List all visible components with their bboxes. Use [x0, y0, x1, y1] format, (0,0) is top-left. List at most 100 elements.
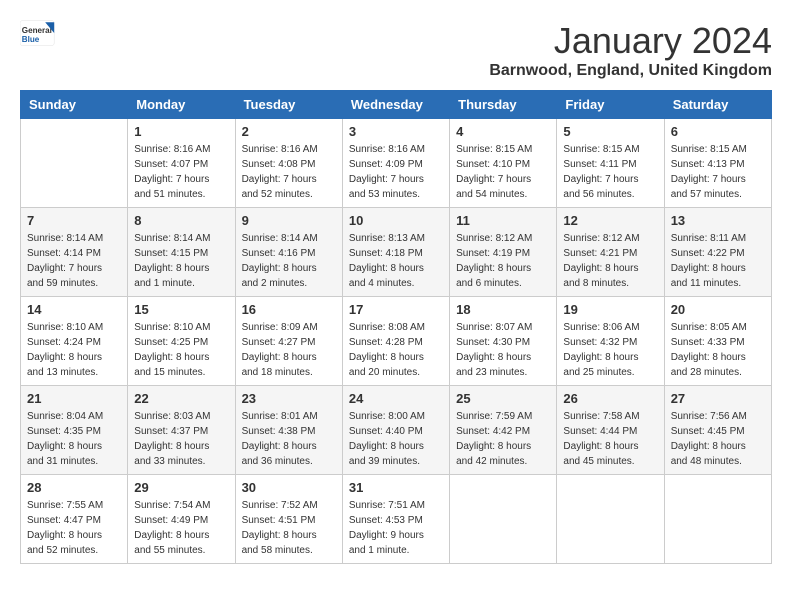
svg-text:General: General: [22, 26, 52, 35]
day-number: 29: [134, 480, 228, 495]
day-info: Sunrise: 8:14 AM Sunset: 4:16 PM Dayligh…: [242, 231, 336, 291]
header-saturday: Saturday: [664, 91, 771, 119]
day-number: 2: [242, 124, 336, 139]
calendar-cell: 8Sunrise: 8:14 AM Sunset: 4:15 PM Daylig…: [128, 208, 235, 297]
day-number: 6: [671, 124, 765, 139]
week-row-1: 1 Sunrise: 8:16 AM Sunset: 4:07 PM Daylig…: [21, 119, 772, 208]
header-tuesday: Tuesday: [235, 91, 342, 119]
calendar-cell: 27 Sunrise: 7:56 AM Sunset: 4:45 PM Dayli…: [664, 386, 771, 475]
day-info: Sunrise: 7:54 AM Sunset: 4:49 PM Dayligh…: [134, 498, 228, 558]
calendar-cell: 1 Sunrise: 8:16 AM Sunset: 4:07 PM Daylig…: [128, 119, 235, 208]
week-row-3: 14Sunrise: 8:10 AM Sunset: 4:24 PM Dayli…: [21, 297, 772, 386]
day-info: Sunrise: 8:00 AM Sunset: 4:40 PM Dayligh…: [349, 409, 443, 469]
day-info: Sunrise: 8:01 AM Sunset: 4:38 PM Dayligh…: [242, 409, 336, 469]
day-info: Sunrise: 8:10 AM Sunset: 4:25 PM Dayligh…: [134, 320, 228, 380]
calendar-cell: [21, 119, 128, 208]
calendar-cell: 24 Sunrise: 8:00 AM Sunset: 4:40 PM Dayli…: [342, 386, 449, 475]
calendar-cell: [557, 475, 664, 564]
day-info: Sunrise: 7:51 AM Sunset: 4:53 PM Dayligh…: [349, 498, 443, 558]
day-info: Sunrise: 8:09 AM Sunset: 4:27 PM Dayligh…: [242, 320, 336, 380]
title-section: January 2024 Barnwood, England, United K…: [489, 20, 772, 80]
calendar-cell: 21 Sunrise: 8:04 AM Sunset: 4:35 PM Dayli…: [21, 386, 128, 475]
day-info: Sunrise: 8:11 AM Sunset: 4:22 PM Dayligh…: [671, 231, 765, 291]
day-info: Sunrise: 8:13 AM Sunset: 4:18 PM Dayligh…: [349, 231, 443, 291]
logo-icon: General Blue: [20, 20, 56, 48]
day-number: 23: [242, 391, 336, 406]
calendar-cell: 28 Sunrise: 7:55 AM Sunset: 4:47 PM Dayli…: [21, 475, 128, 564]
calendar-cell: [450, 475, 557, 564]
day-number: 11: [456, 213, 550, 228]
calendar-cell: 3Sunrise: 8:16 AM Sunset: 4:09 PM Daylig…: [342, 119, 449, 208]
day-info: Sunrise: 8:10 AM Sunset: 4:24 PM Dayligh…: [27, 320, 121, 380]
calendar-cell: 4 Sunrise: 8:15 AM Sunset: 4:10 PM Daylig…: [450, 119, 557, 208]
day-number: 12: [563, 213, 657, 228]
day-number: 26: [563, 391, 657, 406]
day-info: Sunrise: 8:07 AM Sunset: 4:30 PM Dayligh…: [456, 320, 550, 380]
day-number: 1: [134, 124, 228, 139]
day-number: 7: [27, 213, 121, 228]
day-info: Sunrise: 8:03 AM Sunset: 4:37 PM Dayligh…: [134, 409, 228, 469]
day-info: Sunrise: 8:12 AM Sunset: 4:21 PM Dayligh…: [563, 231, 657, 291]
day-number: 20: [671, 302, 765, 317]
calendar-cell: 6 Sunrise: 8:15 AM Sunset: 4:13 PM Daylig…: [664, 119, 771, 208]
calendar-title: January 2024: [489, 20, 772, 62]
calendar-cell: 29 Sunrise: 7:54 AM Sunset: 4:49 PM Dayli…: [128, 475, 235, 564]
day-number: 30: [242, 480, 336, 495]
day-number: 28: [27, 480, 121, 495]
calendar-cell: [664, 475, 771, 564]
day-info: Sunrise: 7:56 AM Sunset: 4:45 PM Dayligh…: [671, 409, 765, 469]
day-number: 13: [671, 213, 765, 228]
calendar-cell: 25Sunrise: 7:59 AM Sunset: 4:42 PM Dayli…: [450, 386, 557, 475]
day-number: 16: [242, 302, 336, 317]
svg-text:Blue: Blue: [22, 35, 40, 44]
calendar-cell: 13 Sunrise: 8:11 AM Sunset: 4:22 PM Dayli…: [664, 208, 771, 297]
day-info: Sunrise: 7:55 AM Sunset: 4:47 PM Dayligh…: [27, 498, 121, 558]
calendar-cell: 20 Sunrise: 8:05 AM Sunset: 4:33 PM Dayli…: [664, 297, 771, 386]
day-number: 27: [671, 391, 765, 406]
day-info: Sunrise: 8:16 AM Sunset: 4:08 PM Dayligh…: [242, 142, 336, 202]
calendar-subtitle: Barnwood, England, United Kingdom: [489, 62, 772, 80]
day-info: Sunrise: 7:58 AM Sunset: 4:44 PM Dayligh…: [563, 409, 657, 469]
day-info: Sunrise: 8:15 AM Sunset: 4:10 PM Dayligh…: [456, 142, 550, 202]
day-number: 9: [242, 213, 336, 228]
day-info: Sunrise: 7:52 AM Sunset: 4:51 PM Dayligh…: [242, 498, 336, 558]
calendar-cell: 10 Sunrise: 8:13 AM Sunset: 4:18 PM Dayli…: [342, 208, 449, 297]
day-info: Sunrise: 8:15 AM Sunset: 4:11 PM Dayligh…: [563, 142, 657, 202]
day-info: Sunrise: 8:15 AM Sunset: 4:13 PM Dayligh…: [671, 142, 765, 202]
day-number: 4: [456, 124, 550, 139]
day-info: Sunrise: 8:16 AM Sunset: 4:07 PM Dayligh…: [134, 142, 228, 202]
day-number: 31: [349, 480, 443, 495]
calendar-cell: 14Sunrise: 8:10 AM Sunset: 4:24 PM Dayli…: [21, 297, 128, 386]
day-number: 21: [27, 391, 121, 406]
header-friday: Friday: [557, 91, 664, 119]
calendar-cell: 18Sunrise: 8:07 AM Sunset: 4:30 PM Dayli…: [450, 297, 557, 386]
calendar-cell: 12 Sunrise: 8:12 AM Sunset: 4:21 PM Dayli…: [557, 208, 664, 297]
day-number: 15: [134, 302, 228, 317]
calendar-cell: 31 Sunrise: 7:51 AM Sunset: 4:53 PM Dayli…: [342, 475, 449, 564]
logo: General Blue: [20, 20, 56, 48]
day-number: 19: [563, 302, 657, 317]
calendar-table: SundayMondayTuesdayWednesdayThursdayFrid…: [20, 90, 772, 564]
calendar-cell: 17 Sunrise: 8:08 AM Sunset: 4:28 PM Dayli…: [342, 297, 449, 386]
day-number: 17: [349, 302, 443, 317]
day-info: Sunrise: 8:05 AM Sunset: 4:33 PM Dayligh…: [671, 320, 765, 380]
calendar-cell: 19Sunrise: 8:06 AM Sunset: 4:32 PM Dayli…: [557, 297, 664, 386]
calendar-cell: 9 Sunrise: 8:14 AM Sunset: 4:16 PM Daylig…: [235, 208, 342, 297]
week-row-2: 7 Sunrise: 8:14 AM Sunset: 4:14 PM Daylig…: [21, 208, 772, 297]
day-number: 10: [349, 213, 443, 228]
header-thursday: Thursday: [450, 91, 557, 119]
day-info: Sunrise: 8:04 AM Sunset: 4:35 PM Dayligh…: [27, 409, 121, 469]
day-number: 5: [563, 124, 657, 139]
calendar-cell: 15 Sunrise: 8:10 AM Sunset: 4:25 PM Dayli…: [128, 297, 235, 386]
calendar-cell: 11 Sunrise: 8:12 AM Sunset: 4:19 PM Dayli…: [450, 208, 557, 297]
day-number: 24: [349, 391, 443, 406]
header: General Blue January 2024 Barnwood, Engl…: [20, 20, 772, 80]
week-row-5: 28 Sunrise: 7:55 AM Sunset: 4:47 PM Dayli…: [21, 475, 772, 564]
day-number: 8: [134, 213, 228, 228]
day-info: Sunrise: 8:12 AM Sunset: 4:19 PM Dayligh…: [456, 231, 550, 291]
day-info: Sunrise: 7:59 AM Sunset: 4:42 PM Dayligh…: [456, 409, 550, 469]
calendar-cell: 23 Sunrise: 8:01 AM Sunset: 4:38 PM Dayli…: [235, 386, 342, 475]
calendar-cell: 30 Sunrise: 7:52 AM Sunset: 4:51 PM Dayli…: [235, 475, 342, 564]
day-info: Sunrise: 8:08 AM Sunset: 4:28 PM Dayligh…: [349, 320, 443, 380]
day-info: Sunrise: 8:14 AM Sunset: 4:14 PM Dayligh…: [27, 231, 121, 291]
